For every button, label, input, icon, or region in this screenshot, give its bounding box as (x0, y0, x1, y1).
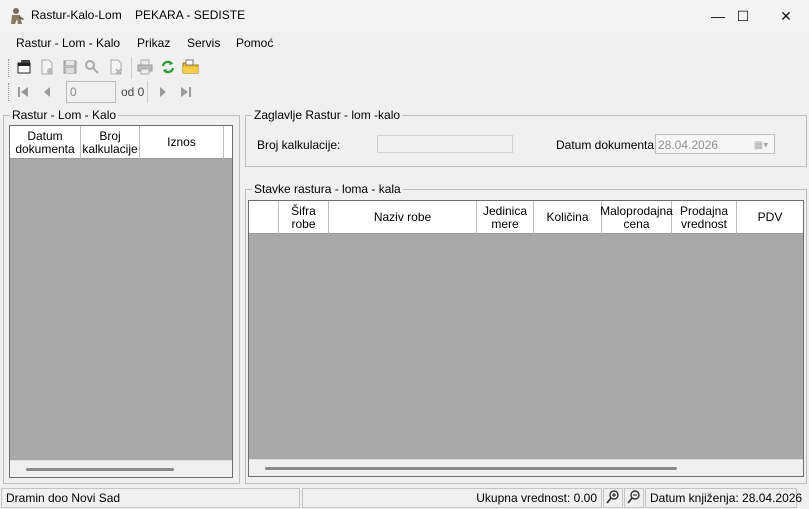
column-header-prodajna-vrednost[interactable]: Prodajna vrednost (672, 201, 737, 234)
toolbar (8, 57, 208, 79)
record-navigator: 0 od 0 (8, 81, 208, 103)
documents-groupbox-title: Rastur - Lom - Kalo (10, 108, 119, 122)
items-scrollbar-thumb[interactable] (265, 467, 677, 470)
status-posting-date: Datum knjiženja: 28.04.2026 (645, 488, 802, 508)
new-window-icon[interactable] (15, 58, 33, 76)
menu-pomoc[interactable]: Pomoć (236, 36, 273, 50)
column-header-iznos[interactable]: Iznos (140, 126, 224, 159)
datum-dokumenta-label: Datum dokumenta: (556, 138, 658, 152)
broj-kalkulacije-field[interactable] (377, 135, 513, 153)
header-groupbox-title: Zaglavlje Rastur - lom -kalo (252, 108, 403, 122)
next-record-icon[interactable] (154, 83, 172, 101)
column-header-jedinica-mere[interactable]: Jedinica mere (477, 201, 534, 234)
menu-bar: Rastur - Lom - Kalo Prikaz Servis Pomoć (0, 33, 809, 54)
record-position-input[interactable]: 0 (66, 81, 116, 103)
broj-kalkulacije-label: Broj kalkulacije: (257, 138, 341, 152)
documents-horizontal-scrollbar[interactable] (10, 460, 232, 477)
column-header-maloprodajna-cena[interactable]: Maloprodajna cena (600, 201, 673, 234)
record-count-label: od 0 (121, 85, 145, 99)
refresh-icon[interactable] (159, 58, 177, 76)
previous-record-icon[interactable] (38, 83, 56, 101)
status-company: Dramin doo Novi Sad (1, 488, 300, 508)
navigator-separator (147, 81, 148, 103)
toolbar-grip[interactable] (8, 59, 11, 77)
save-icon[interactable] (61, 58, 79, 76)
items-grid-header: Šifra robe Naziv robe Jedinica mere Koli… (249, 201, 803, 234)
menu-rastur-lom-kalo[interactable]: Rastur - Lom - Kalo (16, 36, 120, 50)
column-header-datum-dokumenta[interactable]: Datum dokumenta (10, 126, 81, 159)
close-button[interactable]: ✕ (763, 0, 809, 32)
column-header-kolicina[interactable]: Količina (534, 201, 602, 234)
toolbar-separator (131, 57, 132, 79)
zoom-out-icon[interactable] (624, 488, 644, 508)
window-title: Rastur-Kalo-Lom PEKARA - SEDISTE (31, 8, 246, 22)
delete-document-icon[interactable] (107, 58, 125, 76)
calendar-dropdown-icon[interactable]: ▦▾ (750, 137, 772, 153)
navigator-grip[interactable] (8, 83, 11, 101)
items-horizontal-scrollbar[interactable] (249, 459, 803, 476)
title-bar: Rastur-Kalo-Lom PEKARA - SEDISTE — ☐ ✕ (0, 0, 809, 32)
datum-dokumenta-picker[interactable]: 28.04.2026 ▦▾ (655, 134, 775, 154)
column-header-broj-kalkulacije[interactable]: Broj kalkulacije (81, 126, 140, 159)
column-header-naziv-robe[interactable]: Naziv robe (329, 201, 477, 234)
documents-scrollbar-thumb[interactable] (26, 468, 174, 471)
column-header-pdv[interactable]: PDV (737, 201, 803, 234)
documents-grid-header: Datum dokumenta Broj kalkulacije Iznos (10, 126, 232, 159)
items-groupbox-title: Stavke rastura - loma - kala (252, 182, 403, 196)
status-bar: Dramin doo Novi Sad Ukupna vrednost: 0.0… (0, 487, 809, 509)
column-header-sifra-robe[interactable]: Šifra robe (279, 201, 329, 234)
maximize-button[interactable]: ☐ (720, 0, 766, 32)
first-record-icon[interactable] (14, 83, 32, 101)
documents-grid[interactable]: Datum dokumenta Broj kalkulacije Iznos (9, 125, 233, 478)
menu-prikaz[interactable]: Prikaz (137, 36, 170, 50)
menu-servis[interactable]: Servis (187, 36, 220, 50)
row-header-column (249, 201, 279, 234)
zoom-in-icon[interactable] (603, 488, 623, 508)
items-grid[interactable]: Šifra robe Naziv robe Jedinica mere Koli… (248, 200, 804, 477)
datum-dokumenta-value: 28.04.2026 (658, 138, 719, 152)
print-icon[interactable] (136, 58, 154, 76)
last-record-icon[interactable] (177, 83, 195, 101)
open-folder-icon[interactable] (182, 58, 200, 76)
app-logo-icon (11, 8, 24, 24)
status-total: Ukupna vrednost: 0.00 (302, 488, 602, 508)
new-document-icon[interactable] (38, 58, 56, 76)
search-icon[interactable] (83, 58, 101, 76)
